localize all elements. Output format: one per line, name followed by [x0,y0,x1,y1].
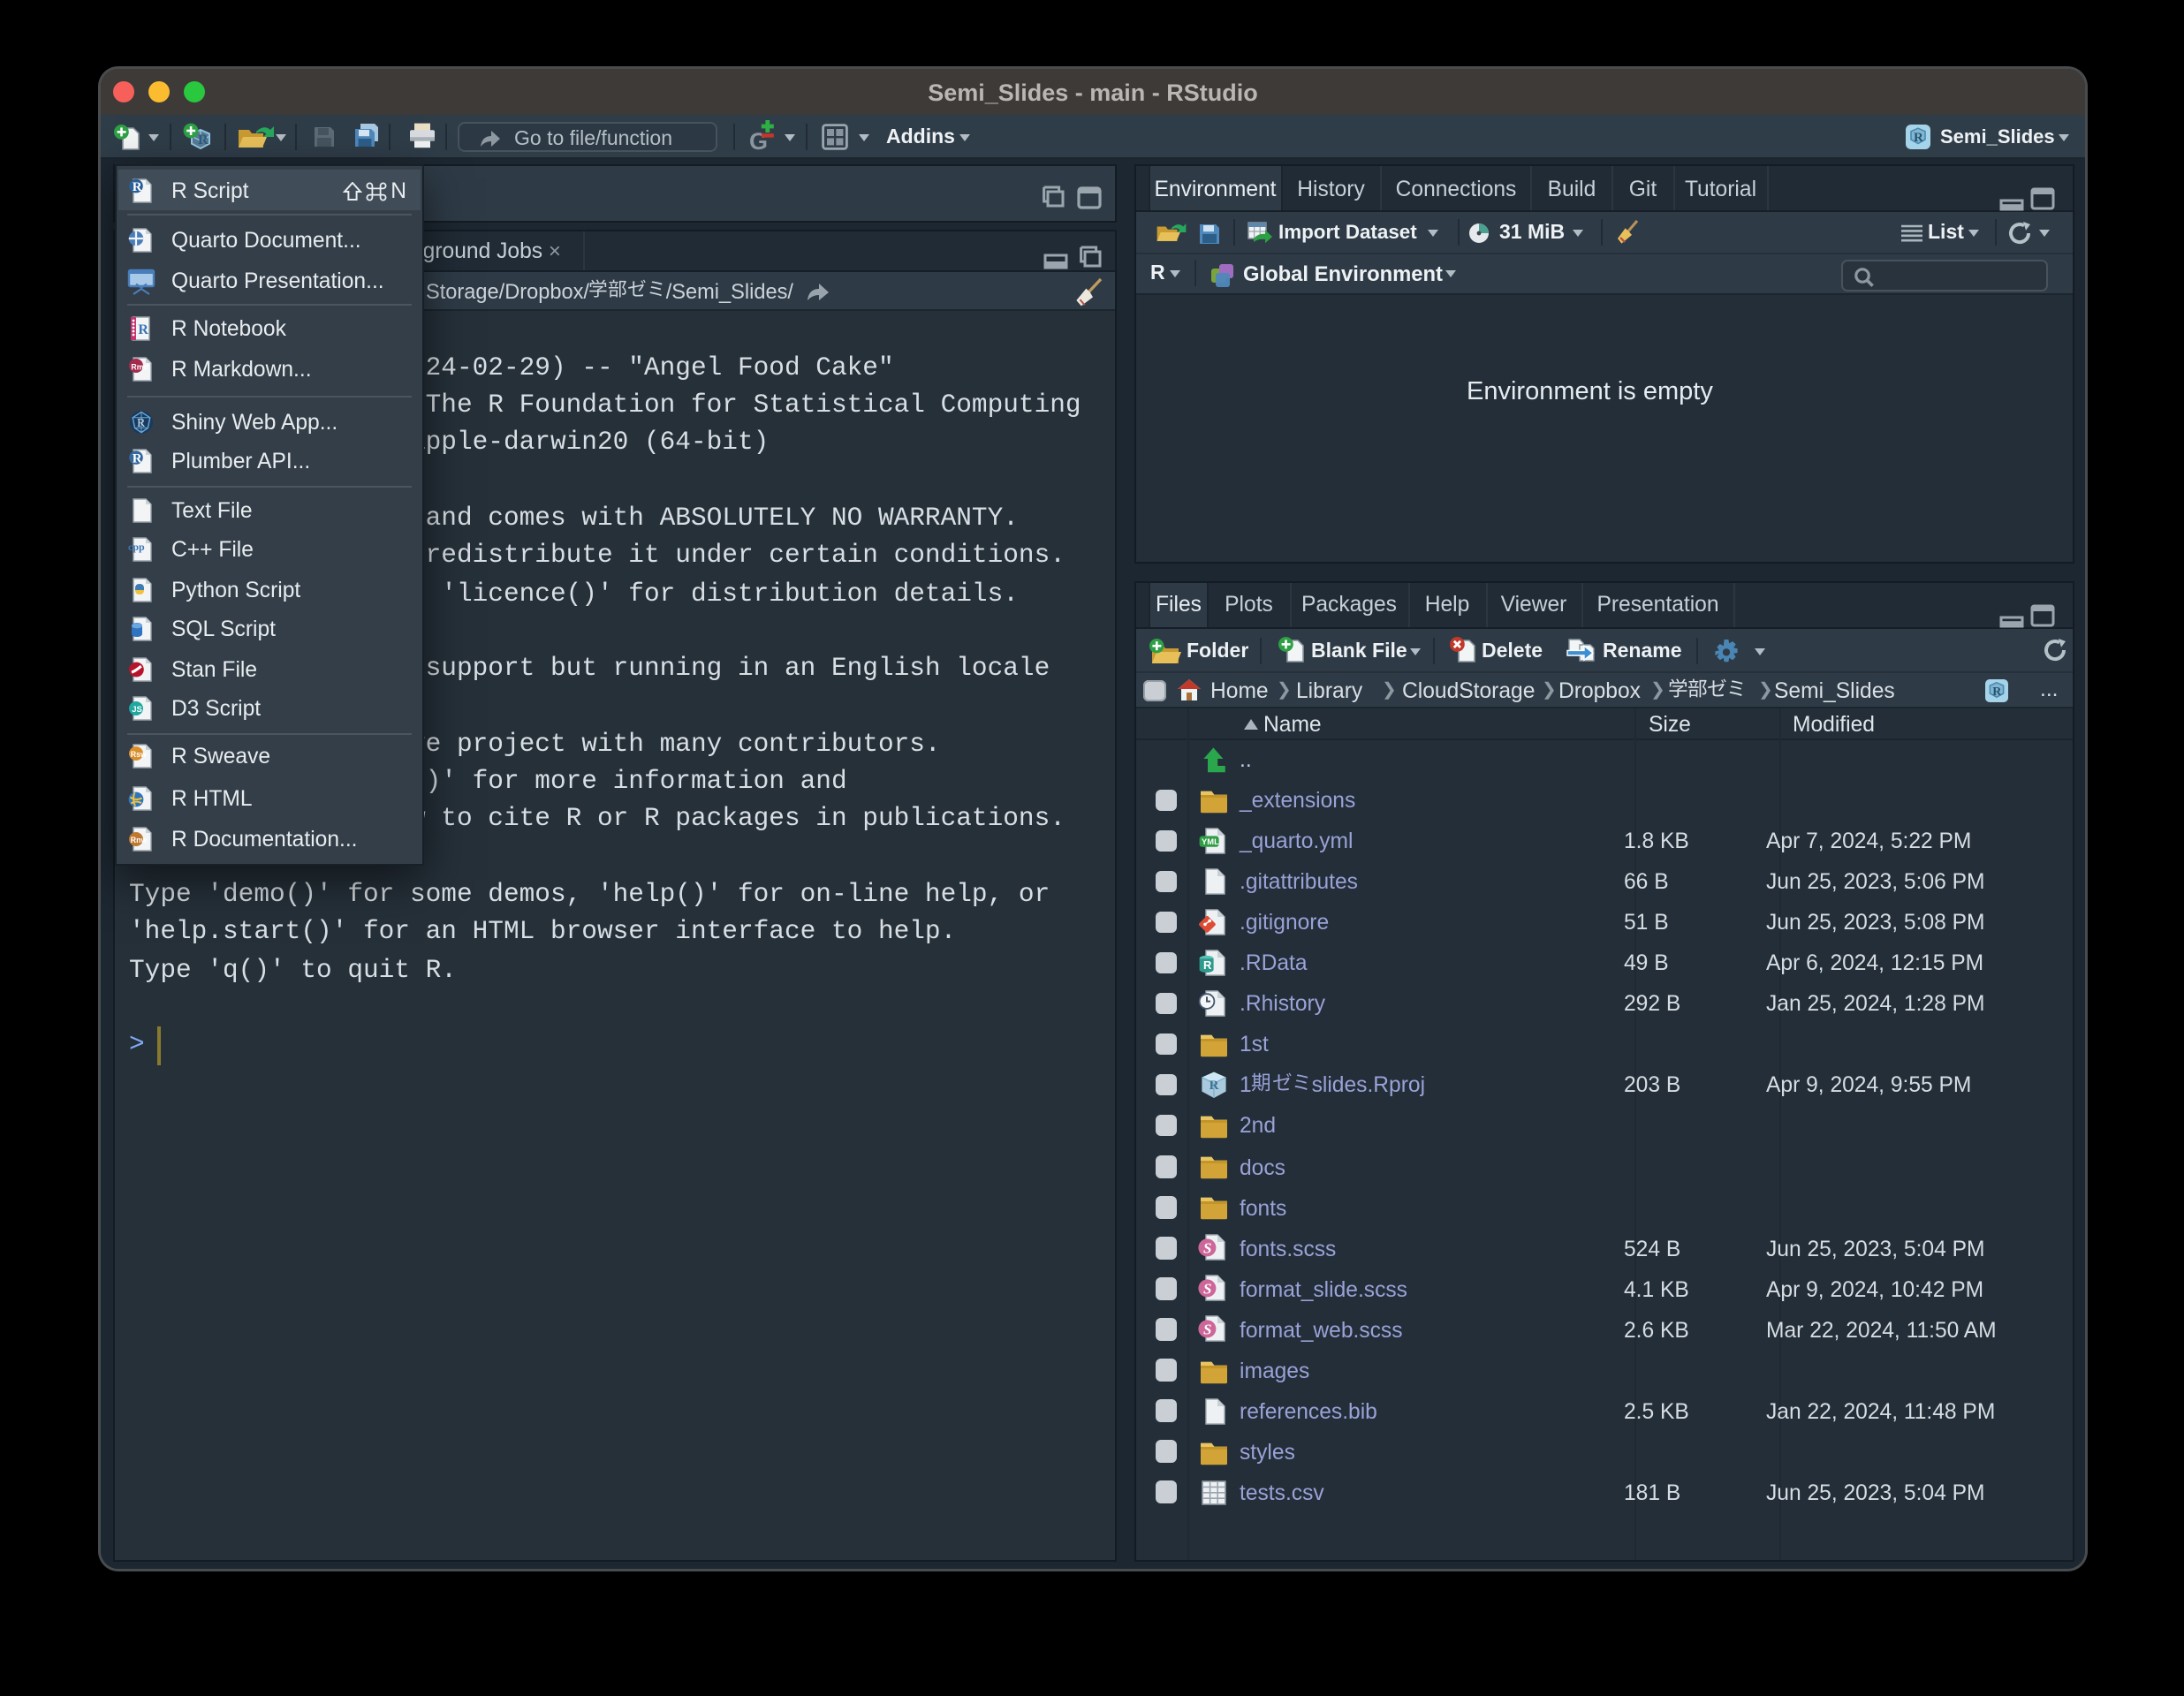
svg-text:R: R [1991,685,2001,699]
svg-text:R: R [1914,130,1923,144]
svg-text:R: R [198,132,209,148]
svg-text:R: R [137,322,148,337]
svg-text:cpp: cpp [127,541,144,553]
svg-text:R: R [132,450,141,465]
svg-text:R: R [132,179,141,193]
svg-text:G: G [749,128,768,154]
svg-text:Rmd: Rmd [130,362,148,371]
svg-text:JS: JS [131,704,141,714]
svg-text:R: R [136,416,145,429]
svg-text:Rnw: Rnw [130,835,147,844]
svg-text:Rsw: Rsw [130,751,146,760]
